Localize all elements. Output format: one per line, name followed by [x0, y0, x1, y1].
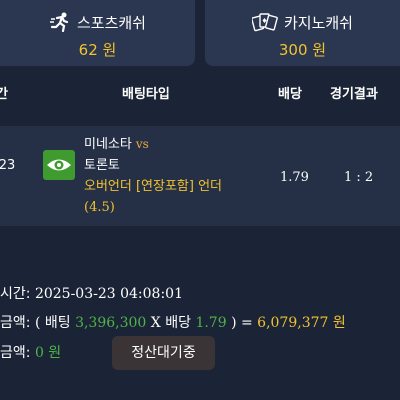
- sports-cash-value: 62 원: [78, 41, 117, 59]
- eye-icon: [47, 159, 71, 171]
- running-person-icon: [49, 12, 71, 36]
- summary-time-value: 2025-03-23 04:08:01: [34, 286, 183, 302]
- away-team: 토론토: [84, 158, 120, 173]
- casino-cash-value: 300 원: [278, 41, 327, 59]
- summary-odds: 1.79: [195, 315, 227, 331]
- sports-cash-card[interactable]: 스포츠캐쉬 62 원: [0, 0, 195, 66]
- vs-label: vs: [135, 137, 149, 151]
- summary-time: 시간: 2025-03-23 04:08:01: [0, 283, 183, 303]
- formula-open: ( 배팅: [34, 315, 71, 331]
- formula-x: X 배당: [150, 315, 191, 331]
- pick-type: 오버언더 [연장포함] 언더: [84, 179, 223, 194]
- win-amount: 0 원: [34, 345, 62, 361]
- bet-row: -23 미네소타vs 토론토 오버언더 [연장포함] 언더 (4.5) 1.79…: [0, 126, 400, 226]
- match-teams: 미네소타 vs 토론토: [84, 134, 149, 176]
- bet-odds: 1.79: [280, 170, 309, 185]
- stake-amount: 3,396,300: [75, 315, 147, 331]
- bet-table-header: 간 배팅타입 배당 경기결과: [0, 78, 400, 108]
- payout-amount: 6,079,377 원: [257, 315, 346, 331]
- header-odds: 배당: [278, 87, 302, 102]
- casino-cash-card[interactable]: 카지노캐쉬 300 원: [205, 0, 400, 66]
- summary-amount-label: 금액:: [0, 315, 31, 331]
- sports-cash-label: 스포츠캐쉬: [76, 14, 146, 32]
- sports-cash-title: 스포츠캐쉬: [0, 12, 195, 36]
- summary-time-label: 시간:: [0, 286, 31, 302]
- summary-amount: 금액: ( 배팅 3,396,300 X 배당 1.79 ) = 6,079,3…: [0, 312, 346, 332]
- bet-time: -23: [0, 158, 16, 173]
- formula-close: ) =: [231, 315, 253, 331]
- bet-pick: 오버언더 [연장포함] 언더 (4.5): [84, 176, 222, 218]
- status-badge: 정산대기중: [112, 336, 215, 370]
- casino-cash-label: 카지노캐쉬: [283, 14, 353, 32]
- header-bet-type: 배팅타입: [122, 87, 170, 102]
- home-team: 미네소타: [84, 137, 132, 152]
- header-time: 간: [0, 87, 8, 102]
- header-result: 경기결과: [330, 87, 378, 102]
- summary-win-label: 금액:: [0, 345, 31, 361]
- playing-cards-icon: [251, 12, 278, 36]
- pick-line: (4.5): [84, 200, 115, 215]
- view-detail-button[interactable]: [43, 150, 75, 180]
- bet-result: 1 : 2: [344, 170, 374, 185]
- summary-win: 금액: 0 원: [0, 342, 61, 362]
- casino-cash-title: 카지노캐쉬: [205, 12, 400, 36]
